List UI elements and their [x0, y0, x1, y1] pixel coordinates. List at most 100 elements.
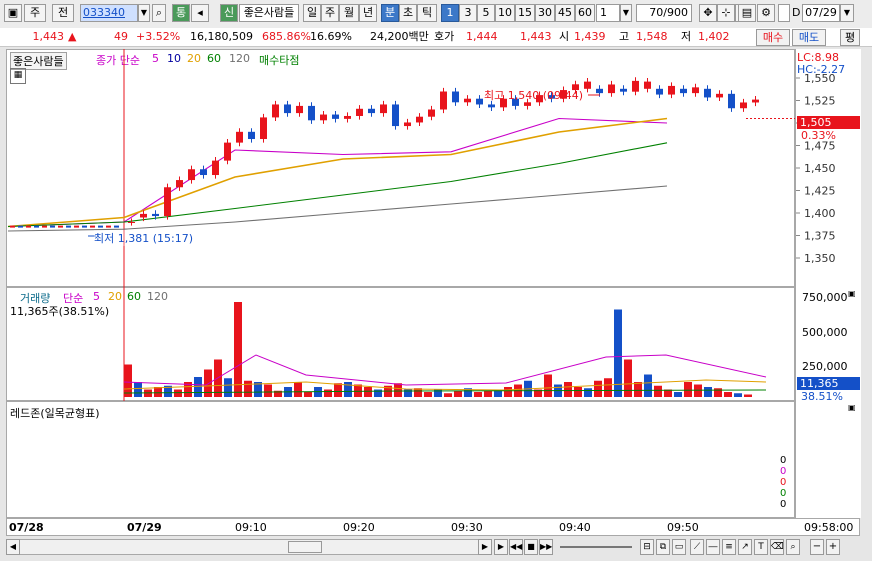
- minute-3-button[interactable]: 3: [459, 4, 477, 22]
- date-checkbox[interactable]: [778, 4, 790, 22]
- market-all-select[interactable]: 전: [52, 4, 74, 22]
- price-tick-label: 1,350: [804, 252, 836, 265]
- period-week-button[interactable]: 주: [321, 4, 339, 22]
- candle-body: [26, 225, 31, 228]
- candle-body: [620, 88, 627, 92]
- volume-bar: [444, 393, 452, 397]
- trendline-icon[interactable]: ⟋: [690, 539, 704, 555]
- magnifier-icon[interactable]: ⌕: [786, 539, 800, 555]
- scroll-left-icon[interactable]: ◀: [6, 539, 20, 555]
- sell-button[interactable]: 매도: [792, 29, 826, 46]
- chevron-down-icon[interactable]: ▼: [138, 4, 150, 22]
- window-icon[interactable]: ▣: [4, 4, 22, 22]
- period-tick-button[interactable]: 틱: [417, 4, 437, 22]
- candle-body: [90, 225, 95, 228]
- period-year-button[interactable]: 년: [359, 4, 377, 22]
- minute-5-button[interactable]: 5: [477, 4, 495, 22]
- close-icon[interactable]: ▣: [848, 289, 856, 298]
- minute-1-button[interactable]: 1: [441, 4, 459, 22]
- market-select[interactable]: 주: [24, 4, 46, 22]
- candle-body: [584, 81, 591, 89]
- gear-icon[interactable]: ⚙: [757, 4, 775, 22]
- indicator-label[interactable]: 레드존(일목균형표): [10, 405, 100, 421]
- volume-bar: [504, 387, 512, 397]
- volume-bar: [484, 390, 492, 397]
- candle-body: [164, 187, 171, 217]
- volume-bar: [124, 364, 132, 397]
- crosshair-icon[interactable]: ✥: [699, 4, 717, 22]
- candle-body: [272, 104, 279, 118]
- save-icon[interactable]: ▤: [738, 4, 756, 22]
- scrollbar-thumb[interactable]: [288, 541, 322, 553]
- price-tick-label: 1,375: [804, 230, 836, 243]
- candle-body: [128, 222, 135, 223]
- period-minute-button[interactable]: 분: [381, 4, 399, 22]
- speaker-icon[interactable]: ◂: [191, 4, 209, 22]
- volume-bar: [684, 382, 692, 397]
- rewind-icon[interactable]: ◀◀: [509, 539, 523, 555]
- chart-window: ▣ 주 전 033340 ▼ ⌕ 통 ◂ 신 좋은사람들 일 주 월 년 분 초…: [0, 0, 872, 561]
- candle-body: [58, 225, 63, 228]
- ask-value: 1,444: [466, 30, 498, 43]
- price-tick-label: 1,525: [804, 95, 836, 108]
- volume-bar: [264, 384, 272, 397]
- play-icon[interactable]: ▶: [494, 539, 508, 555]
- period-month-button[interactable]: 월: [339, 4, 359, 22]
- chevron-down-icon[interactable]: ▼: [840, 4, 854, 22]
- copy-icon[interactable]: ⧉: [656, 539, 670, 555]
- forward-icon[interactable]: ▶▶: [539, 539, 553, 555]
- minute-30-button[interactable]: 30: [535, 4, 555, 22]
- zoom-in-icon[interactable]: +: [826, 539, 840, 555]
- date-input[interactable]: 07/29: [802, 4, 840, 22]
- candle-body: [98, 225, 103, 228]
- zoom-icon[interactable]: ⊹: [717, 4, 735, 22]
- eraser-icon[interactable]: ⌫: [770, 539, 784, 555]
- stock-code-input[interactable]: 033340: [80, 4, 138, 22]
- buy-button[interactable]: 매수: [756, 29, 790, 46]
- volume-bar: [424, 392, 432, 397]
- current-price: 1,443: [32, 30, 65, 43]
- candle-body: [284, 104, 291, 114]
- minute-10-button[interactable]: 10: [495, 4, 515, 22]
- stop-icon[interactable]: ■: [524, 539, 538, 555]
- arrow-icon[interactable]: ↗: [738, 539, 752, 555]
- search-icon[interactable]: ⌕: [152, 4, 166, 22]
- sync-button[interactable]: 통: [172, 4, 190, 22]
- candle-body: [140, 213, 147, 218]
- change-value: 49: [114, 30, 128, 43]
- candle-body: [188, 169, 195, 181]
- chevron-down-icon[interactable]: ▼: [620, 4, 632, 22]
- fibonacci-icon[interactable]: ≡: [722, 539, 736, 555]
- candle-body: [106, 225, 111, 228]
- minute-60-button[interactable]: 60: [575, 4, 595, 22]
- scroll-right-icon[interactable]: ▶: [478, 539, 492, 555]
- volume-bar: [234, 302, 242, 397]
- interval-input[interactable]: 1: [596, 4, 620, 22]
- close-icon[interactable]: ▣: [848, 403, 856, 412]
- indicator-value-2: 0: [780, 466, 787, 477]
- zoom-out-icon[interactable]: −: [810, 539, 824, 555]
- text-icon[interactable]: T: [754, 539, 768, 555]
- count-input[interactable]: 70/900: [636, 4, 692, 22]
- layout-icon[interactable]: ⊟: [640, 539, 654, 555]
- volume-bar: [634, 382, 642, 397]
- current-pct-marker: 0.33%: [801, 129, 836, 142]
- minute-15-button[interactable]: 15: [515, 4, 535, 22]
- period-day-button[interactable]: 일: [303, 4, 321, 22]
- speed-slider[interactable]: [560, 546, 632, 548]
- volume-current-marker: 11,365: [797, 377, 860, 390]
- hline-icon[interactable]: ―: [706, 539, 720, 555]
- volume-bar: [134, 382, 142, 397]
- period-second-button[interactable]: 초: [399, 4, 417, 22]
- new-button[interactable]: 신: [220, 4, 238, 22]
- indicator-panel[interactable]: [6, 401, 795, 518]
- tile-icon[interactable]: ▭: [672, 539, 686, 555]
- horizontal-scrollbar[interactable]: [6, 539, 492, 555]
- candle-body: [260, 117, 267, 140]
- x-label-0728: 07/28: [9, 521, 44, 534]
- volume: 16,180,509: [190, 30, 253, 43]
- volume-bar: [724, 392, 732, 397]
- avg-button[interactable]: 평: [840, 29, 860, 46]
- volume-bar: [244, 380, 252, 397]
- minute-45-button[interactable]: 45: [555, 4, 575, 22]
